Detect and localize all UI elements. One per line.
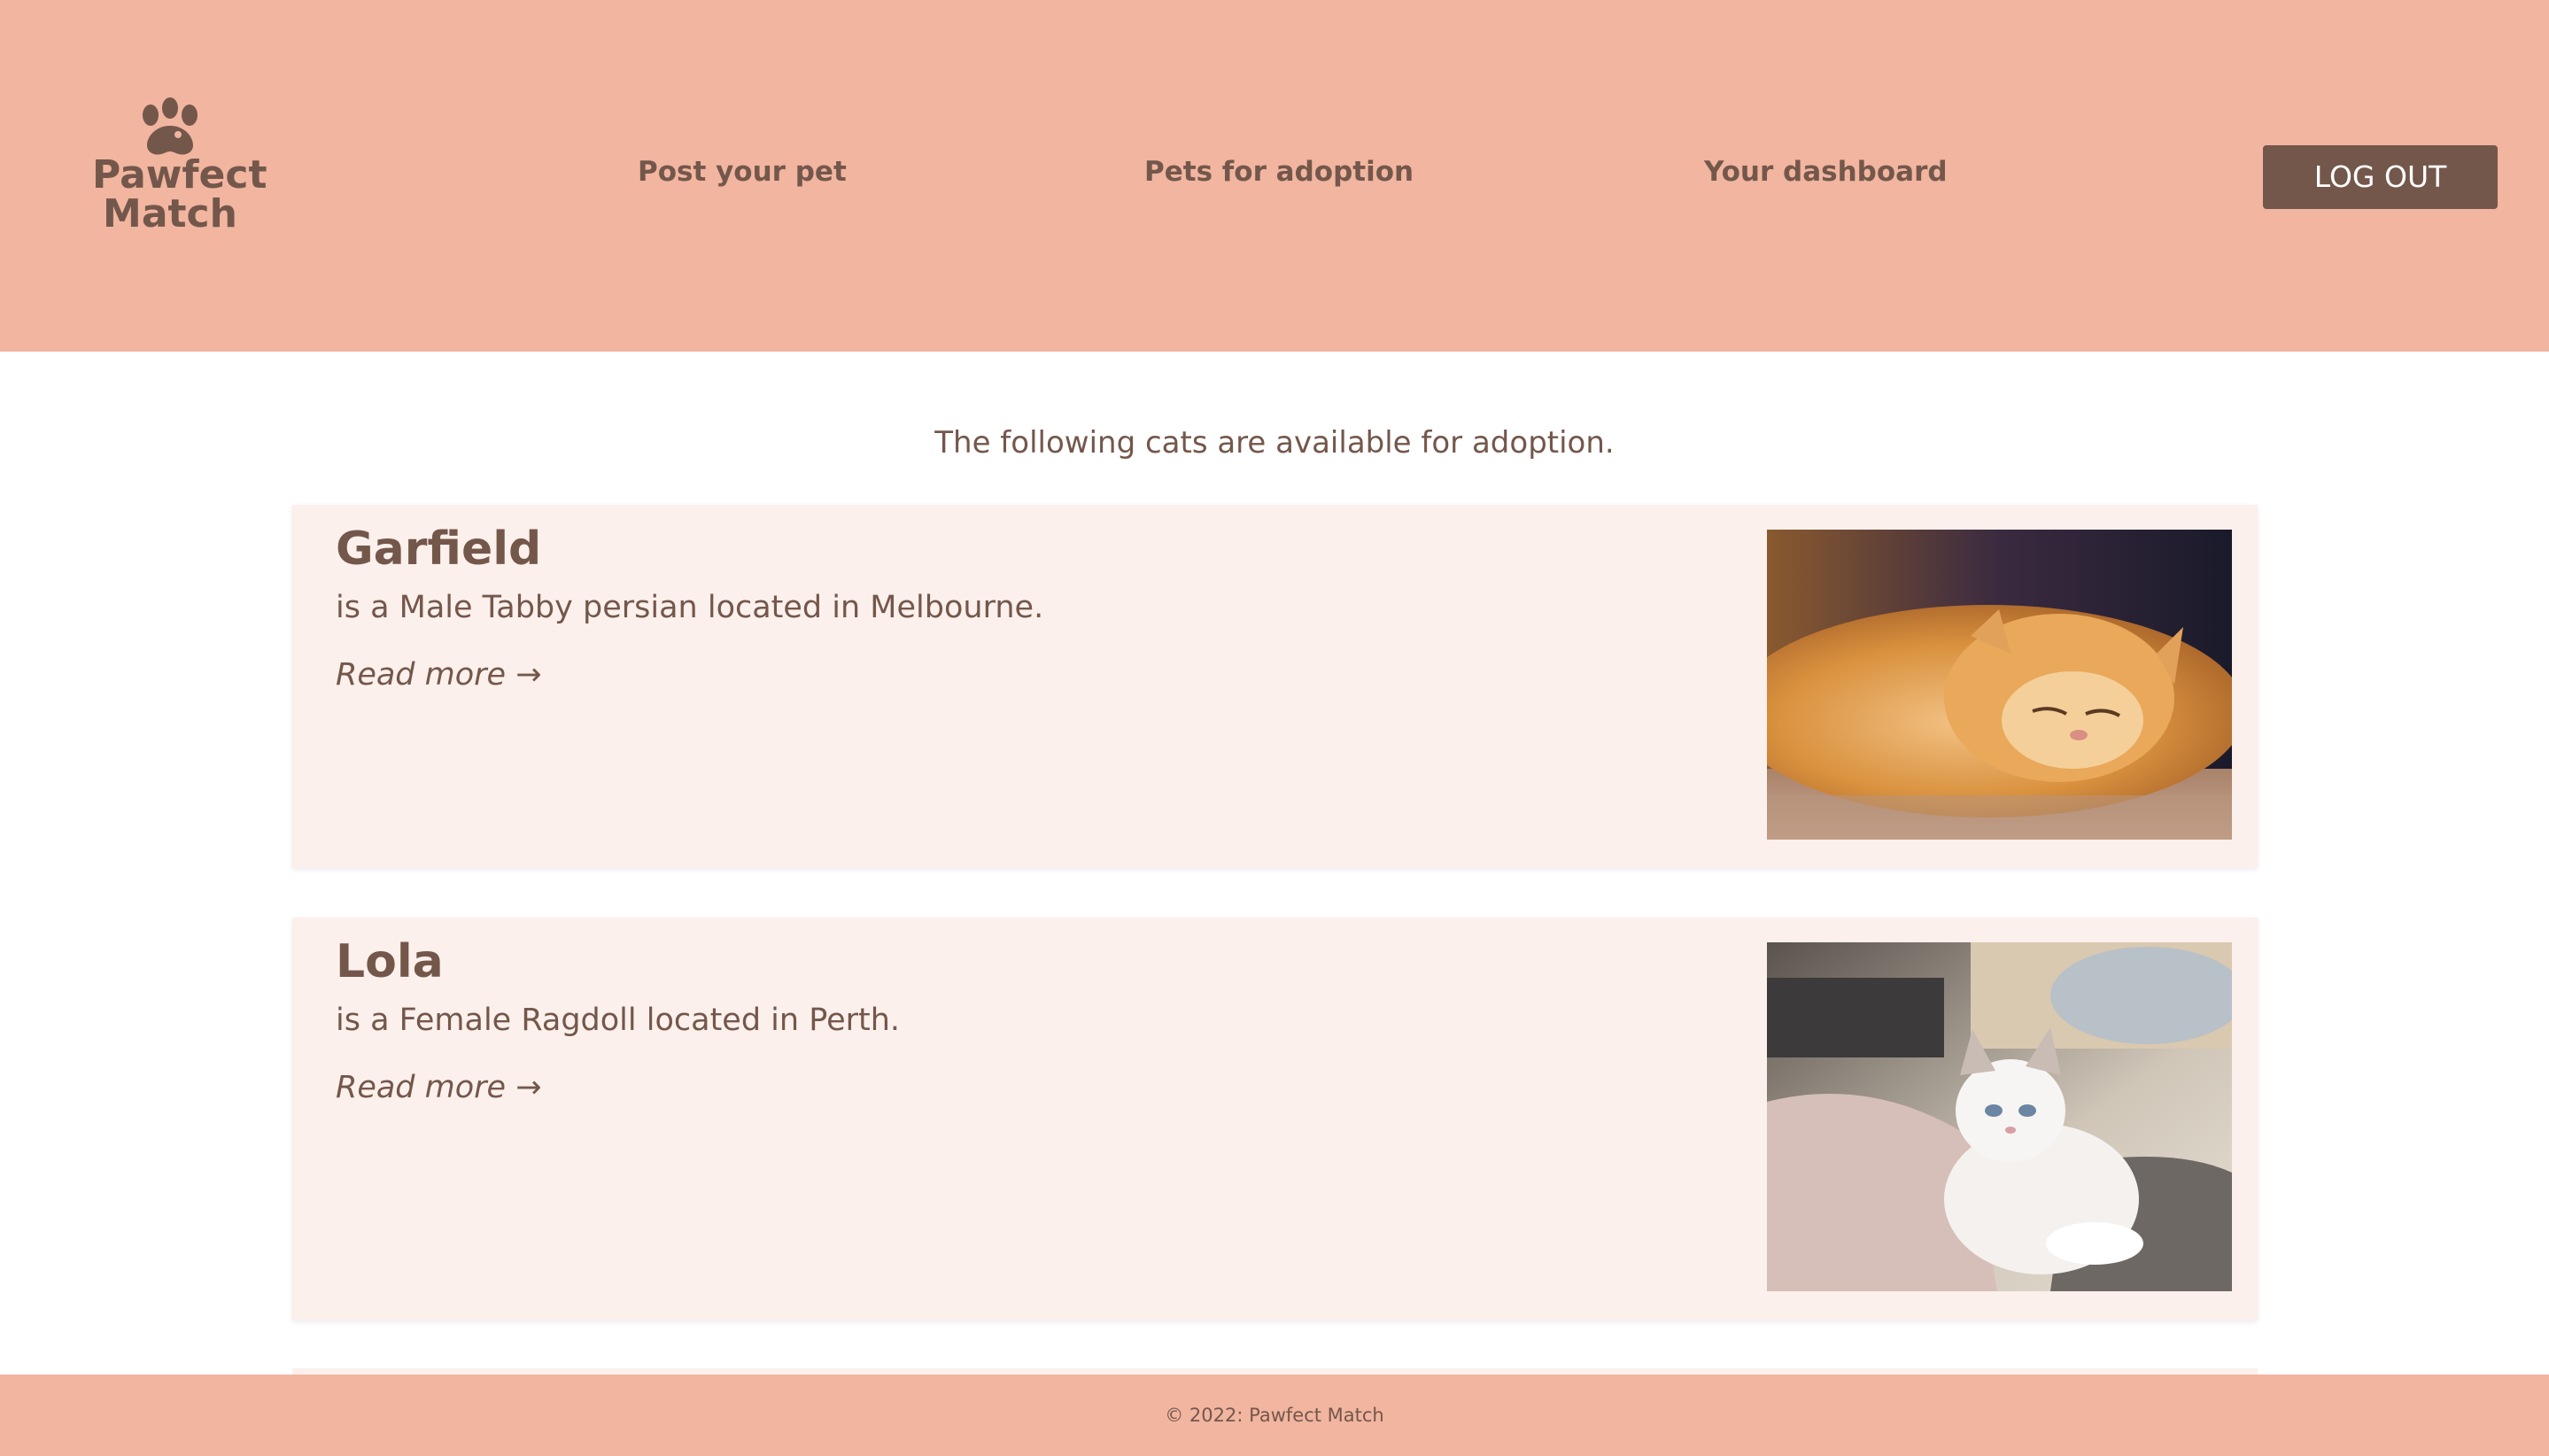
site-header: Pawfect Match Post your pet Pets for ado… xyxy=(0,0,2549,352)
persian-cat-image xyxy=(1767,530,2232,840)
cat-name: Lola xyxy=(336,935,444,988)
cat-photo-lola[interactable] xyxy=(1767,942,2232,1291)
cat-name: Garfield xyxy=(336,523,542,576)
paw-icon xyxy=(143,97,198,155)
cat-photo-garfield[interactable] xyxy=(1767,530,2232,840)
nav-your-dashboard[interactable]: Your dashboard xyxy=(1704,152,1948,191)
ragdoll-cat-image xyxy=(1767,942,2232,1291)
logo-text: Pawfect Match xyxy=(92,152,267,236)
nav-post-your-pet[interactable]: Post your pet xyxy=(638,152,847,191)
footer-copyright: © 2022: Pawfect Match xyxy=(1165,1405,1384,1426)
pawfect-match-logo[interactable]: Pawfect Match xyxy=(92,96,267,255)
next-card-edge xyxy=(292,1368,2258,1375)
nav-pets-for-adoption[interactable]: Pets for adoption xyxy=(1144,152,1414,191)
site-footer: © 2022: Pawfect Match xyxy=(0,1375,2549,1456)
read-more-link[interactable]: Read more → xyxy=(336,654,542,696)
cat-card-lola: Lola is a Female Ragdoll located in Pert… xyxy=(292,918,2258,1320)
cat-card-garfield: Garfield is a Male Tabby persian located… xyxy=(292,505,2258,868)
cat-description: is a Female Ragdoll located in Perth. xyxy=(336,1003,901,1038)
logo-text-line2: Match xyxy=(103,191,237,236)
read-more-link[interactable]: Read more → xyxy=(336,1066,542,1109)
adoption-intro-text: The following cats are available for ado… xyxy=(934,425,1615,461)
logo-text-line1: Pawfect xyxy=(92,152,267,197)
cat-description: is a Male Tabby persian located in Melbo… xyxy=(336,590,1044,625)
logout-button[interactable]: LOG OUT xyxy=(2263,145,2498,209)
